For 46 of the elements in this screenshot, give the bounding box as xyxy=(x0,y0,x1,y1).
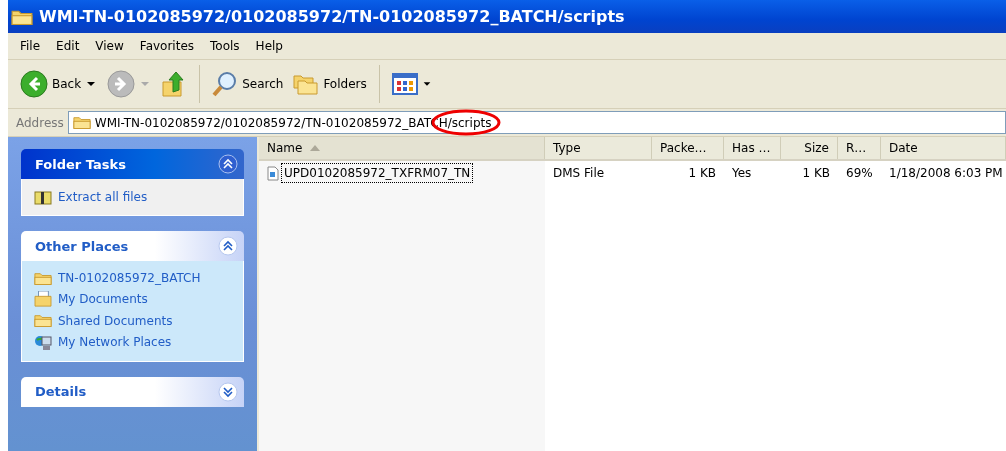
task-link[interactable]: My Documents xyxy=(34,291,231,308)
panel-title: Other Places xyxy=(35,238,129,254)
menu-item[interactable]: File xyxy=(12,39,49,53)
table-cell-text: 69% xyxy=(846,165,873,182)
folders-button[interactable]: Folders xyxy=(291,71,369,97)
menu-item[interactable]: Tools xyxy=(202,39,248,53)
file-icon xyxy=(267,165,279,181)
panel-header[interactable]: Other Places xyxy=(21,231,244,261)
expand-icon[interactable] xyxy=(218,381,238,402)
column-header[interactable]: Name xyxy=(259,137,545,159)
task-link[interactable]: Extract all files xyxy=(34,189,231,205)
menu-item[interactable]: Edit xyxy=(48,39,88,53)
back-button[interactable]: Back xyxy=(18,68,100,100)
task-link[interactable]: Shared Documents xyxy=(34,313,231,328)
file-name[interactable]: UPD0102085972_TXFRM07_TN xyxy=(281,163,474,183)
documents-folder-icon xyxy=(34,291,52,308)
panel-header[interactable]: Folder Tasks xyxy=(21,149,244,179)
folder-icon xyxy=(34,313,52,328)
table-cell-text: 1 KB xyxy=(688,165,716,182)
collapse-icon[interactable] xyxy=(218,154,238,174)
search-button[interactable]: Search xyxy=(210,69,286,99)
table-cell-text: 1/18/2008 6:03 PM xyxy=(889,165,1003,182)
search-icon xyxy=(212,71,239,97)
address-label: Address xyxy=(16,115,64,130)
folders-icon xyxy=(293,73,320,95)
menu-item[interactable]: View xyxy=(87,39,132,53)
zipped-folder-icon xyxy=(34,189,52,205)
dropdown-caret-icon[interactable] xyxy=(421,80,432,88)
network-computer-icon xyxy=(34,333,52,351)
folder-icon xyxy=(34,271,52,286)
task-link[interactable]: My Network Places xyxy=(34,333,231,351)
folder-icon xyxy=(72,115,91,130)
views-icon xyxy=(391,73,418,95)
sort-ascending-icon xyxy=(310,145,321,151)
panel-title: Folder Tasks xyxy=(35,156,126,172)
table-cell-text: 1 KB xyxy=(802,165,830,182)
collapse-icon[interactable] xyxy=(218,236,238,256)
window-title: WMI-TN-0102085972/0102085972/TN-0102085972_BATCH/scripts xyxy=(39,7,625,26)
menu-item[interactable]: Favorites xyxy=(131,39,203,53)
panel-title: Details xyxy=(35,384,87,400)
dropdown-caret-icon[interactable] xyxy=(85,80,98,88)
table-cell-text: DMS File xyxy=(553,165,605,182)
menu-item[interactable]: Help xyxy=(247,39,291,53)
task-link[interactable]: TN-0102085972_BATCH xyxy=(34,271,231,286)
panel-header[interactable]: Details xyxy=(21,376,244,407)
table-cell-text: Yes xyxy=(732,165,752,182)
